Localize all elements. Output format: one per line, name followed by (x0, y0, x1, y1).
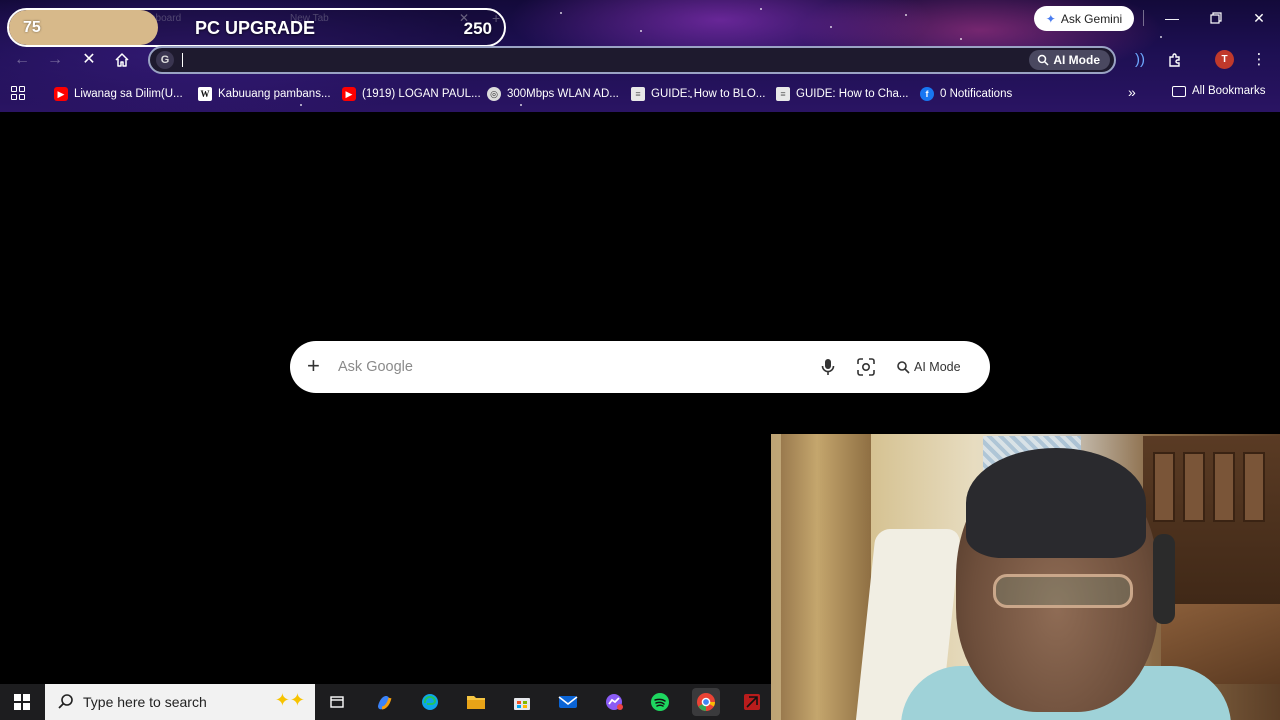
browser-chrome: nboard New Tab ✕ + 75 PC UPGRADE 250 ✦ A… (0, 0, 1280, 112)
bookmark-label: GUIDE: How to BLO... (651, 88, 766, 100)
edge-browser-icon[interactable] (416, 688, 444, 716)
webcam-person-glasses (993, 574, 1133, 608)
home-icon[interactable] (110, 48, 134, 72)
bookmark-item[interactable]: f 0 Notifications (920, 85, 1012, 103)
ai-mode-label: AI Mode (914, 360, 961, 374)
add-plus-icon[interactable]: + (307, 353, 320, 379)
document-icon: ≡ (776, 87, 790, 101)
folder-icon (1172, 85, 1186, 97)
all-bookmarks-label: All Bookmarks (1192, 85, 1266, 97)
chrome-icon[interactable] (692, 688, 720, 716)
document-icon: ≡ (631, 87, 645, 101)
search-highlight-sparkle-icon: ✦✦ (274, 690, 305, 710)
bookmarks-overflow-chevron-icon[interactable]: » (1128, 84, 1136, 100)
read-aloud-icon[interactable]: )) (1128, 48, 1152, 72)
restore-icon[interactable] (1205, 8, 1227, 28)
bookmarks-bar: ▶ Liwanag sa Dilim(U... W Kabuuang pamba… (0, 82, 1280, 106)
mail-icon[interactable] (554, 688, 582, 716)
bookmark-label: Liwanag sa Dilim(U... (74, 88, 183, 100)
all-bookmarks-button[interactable]: All Bookmarks (1172, 85, 1266, 97)
bookmark-item[interactable]: ≡ GUIDE: How to Cha... (776, 85, 908, 103)
ask-gemini-button[interactable]: ✦ Ask Gemini (1034, 6, 1134, 31)
spotify-icon[interactable] (646, 688, 674, 716)
microsoft-store-icon[interactable] (508, 688, 536, 716)
bookmark-item[interactable]: W Kabuuang pambans... (198, 85, 331, 103)
webcam-headset (1153, 534, 1175, 624)
goal-title: PC UPGRADE (195, 18, 316, 38)
omnibox-ai-mode-label: AI Mode (1053, 53, 1100, 67)
wikipedia-icon: W (198, 87, 212, 101)
bookmark-label: (1919) LOGAN PAUL... (362, 88, 481, 100)
bookmark-label: Kabuuang pambans... (218, 88, 331, 100)
goal-current-value: 75 (23, 19, 41, 36)
ai-search-icon (1038, 54, 1049, 66)
ask-google-input[interactable] (338, 355, 798, 379)
webcam-person-hair (966, 448, 1146, 558)
file-explorer-icon[interactable] (462, 688, 490, 716)
search-icon (58, 694, 73, 709)
bookmark-label: 300Mbps WLAN AD... (507, 88, 619, 100)
ai-search-icon (897, 361, 910, 374)
extensions-puzzle-icon[interactable] (1163, 48, 1187, 72)
gemini-sparkle-icon: ✦ (1045, 11, 1056, 26)
stream-goal-bar: 75 PC UPGRADE 250 (7, 8, 506, 47)
facebook-icon: f (920, 87, 934, 101)
bookmark-label: GUIDE: How to Cha... (796, 88, 909, 100)
more-menu-icon[interactable]: ⋮ (1247, 48, 1271, 72)
google-search-box[interactable]: + AI Mode (290, 341, 990, 393)
address-bar[interactable]: G AI Mode (148, 46, 1116, 74)
text-caret (182, 53, 183, 67)
header-divider (1143, 10, 1144, 26)
task-view-icon[interactable] (323, 688, 351, 716)
forward-arrow-icon[interactable]: → (43, 48, 67, 72)
screen: nboard New Tab ✕ + 75 PC UPGRADE 250 ✦ A… (0, 0, 1280, 720)
google-g-icon: G (156, 51, 174, 69)
webcam-door (781, 434, 871, 720)
google-lens-icon[interactable] (854, 355, 878, 379)
bookmark-label: 0 Notifications (940, 88, 1013, 100)
youtube-icon: ▶ (342, 87, 356, 101)
bookmark-item[interactable]: ▶ Liwanag sa Dilim(U... (54, 85, 183, 103)
back-arrow-icon[interactable]: ← (10, 48, 34, 72)
globe-icon: ◎ (487, 87, 501, 101)
close-window-icon[interactable]: ✕ (1248, 8, 1270, 28)
bookmark-item[interactable]: ◎ 300Mbps WLAN AD... (487, 85, 619, 103)
bookmark-item[interactable]: ▶ (1919) LOGAN PAUL... (342, 85, 481, 103)
omnibox-ai-mode-button[interactable]: AI Mode (1029, 50, 1110, 70)
windows-start-icon[interactable] (14, 694, 30, 710)
taskbar-search-box[interactable]: Type here to search ✦✦ (45, 684, 315, 720)
bookmark-item[interactable]: ≡ GUIDE: How to BLO... (631, 85, 765, 103)
minimize-icon[interactable]: — (1161, 8, 1183, 28)
copilot-icon[interactable] (370, 688, 398, 716)
windows-taskbar: Type here to search ✦✦ (0, 684, 771, 720)
ask-gemini-label: Ask Gemini (1060, 11, 1123, 26)
webcam-feed (771, 434, 1280, 720)
taskbar-search-placeholder: Type here to search (83, 694, 207, 710)
stop-loading-icon[interactable]: ✕ (77, 48, 101, 72)
microphone-icon[interactable] (816, 355, 840, 379)
goal-target-value: 250 (463, 19, 492, 38)
messenger-icon[interactable] (600, 688, 628, 716)
profile-avatar[interactable]: T (1215, 50, 1234, 69)
ai-mode-button[interactable]: AI Mode (896, 355, 961, 379)
youtube-icon: ▶ (54, 87, 68, 101)
red-app-icon[interactable] (738, 688, 766, 716)
